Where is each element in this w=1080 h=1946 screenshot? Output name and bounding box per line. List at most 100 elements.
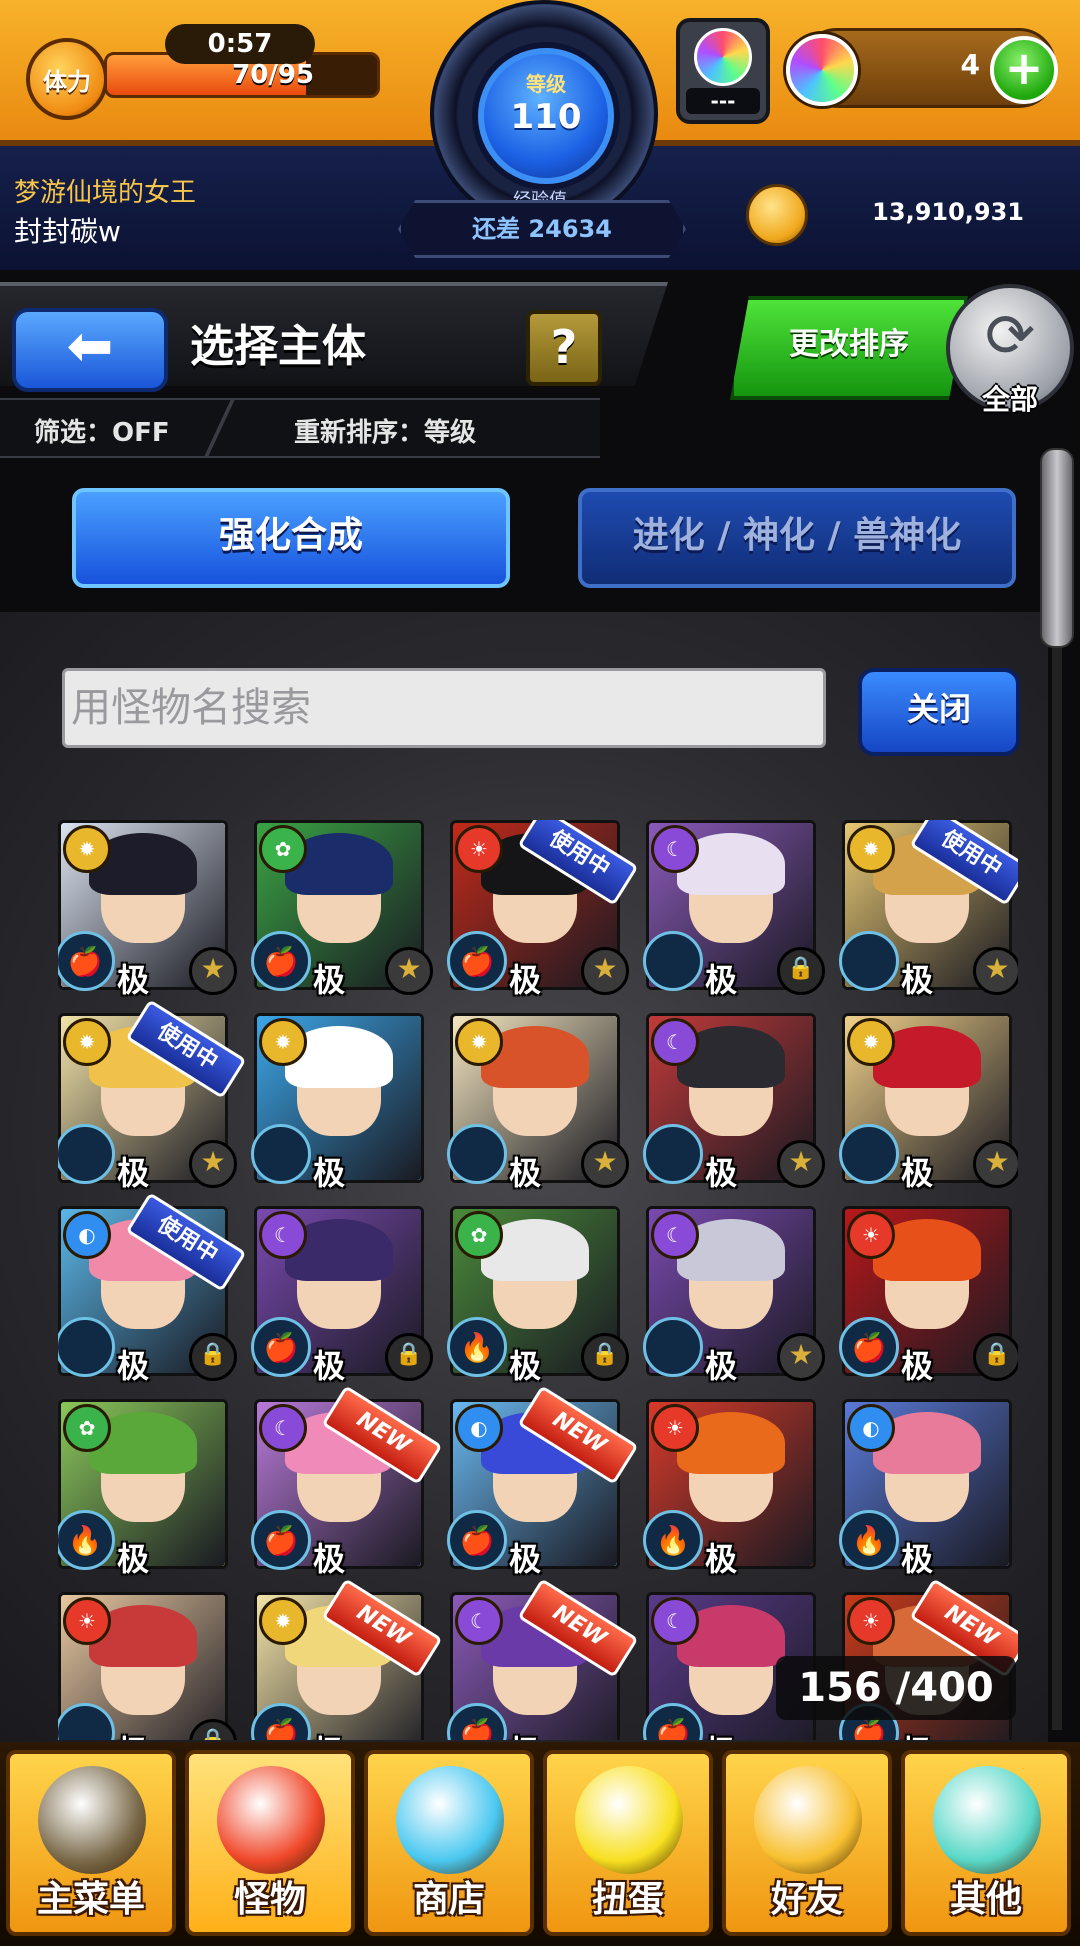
show-all-label: 全部: [981, 383, 1038, 416]
star-icon: ★: [385, 947, 433, 995]
egg-status-text: ---: [686, 88, 760, 114]
stamina-label: 体力: [43, 67, 91, 96]
monster-card[interactable]: ☾ 🍎 极 🔒: [251, 1206, 433, 1385]
fire-element-icon: ☀: [63, 1597, 111, 1645]
nav-item-1[interactable]: 怪物: [185, 1750, 355, 1936]
arrow-left-icon: ⬅: [66, 314, 114, 379]
page-title: 选择主体: [190, 321, 366, 372]
fruit-slot-icon: [643, 931, 703, 991]
help-button[interactable]: ?: [526, 310, 602, 386]
nav-item-5[interactable]: 其他: [901, 1750, 1071, 1936]
monster-card[interactable]: ☾ 极 ★: [643, 1206, 825, 1385]
light-element-icon: ✹: [63, 1018, 111, 1066]
monster-card[interactable]: ◐ 🍎 极 NEW: [447, 1385, 639, 1578]
orb-count: 4: [960, 48, 980, 81]
level-value: 110: [510, 97, 582, 137]
fire-element-icon: ☀: [847, 1211, 895, 1259]
monster-card[interactable]: ✹ 极 ★: [447, 1013, 629, 1192]
water-element-icon: ◐: [63, 1211, 111, 1259]
fruit-slot-icon: [447, 1124, 507, 1184]
monster-search-input[interactable]: 用怪物名搜索: [62, 668, 826, 748]
nav-item-4[interactable]: 好友: [722, 1750, 892, 1936]
fruit-slot-icon: 🍎: [251, 1317, 311, 1377]
exp-remaining: 还差 24634: [472, 215, 612, 243]
monster-card[interactable]: ◐ 🔥 极: [839, 1399, 1012, 1578]
monster-card[interactable]: ☀极🔒: [58, 1592, 237, 1740]
fire-element-icon: ☀: [651, 1404, 699, 1452]
nav-item-3[interactable]: 扭蛋: [543, 1750, 713, 1936]
monster-card[interactable]: ✹ 极 ★ 使用中: [58, 999, 247, 1192]
max-rank-label: 极: [901, 1540, 934, 1578]
level-label: 等级: [526, 72, 566, 96]
stamina-timer: 0:57: [165, 24, 315, 64]
max-rank-label: 极: [313, 961, 346, 999]
max-rank-label: 极: [705, 1540, 738, 1578]
enhance-fusion-button[interactable]: 强化合成: [72, 488, 510, 588]
fruit-slot-icon: 🍎: [447, 1510, 507, 1570]
star-icon: ★: [581, 1140, 629, 1188]
max-rank-label: 极: [705, 1347, 738, 1385]
fruit-slot-icon: [643, 1124, 703, 1184]
show-all-button[interactable]: ⟳ 全部: [946, 284, 1074, 416]
rainbow-orb-icon: [786, 34, 858, 106]
monster-card[interactable]: ✿ 🔥 极: [58, 1399, 228, 1578]
monster-card[interactable]: ☾ 极 🔒: [643, 820, 825, 999]
gacha-egg-status[interactable]: ---: [676, 18, 770, 124]
evolve-button[interactable]: 进化 / 神化 / 兽神化: [578, 488, 1016, 588]
nav-item-2[interactable]: 商店: [364, 1750, 534, 1936]
max-rank-label: 极: [509, 1540, 542, 1578]
water-element-icon: ◐: [455, 1404, 503, 1452]
change-sort-button[interactable]: 更改排序: [730, 296, 968, 400]
monster-card[interactable]: ☾🍎极NEW: [251, 1385, 443, 1578]
dark-element-icon: ☾: [651, 1018, 699, 1066]
nav-label: 扭蛋: [591, 1879, 664, 1920]
castle-gate-icon: [38, 1766, 146, 1874]
sort-setting[interactable]: 重新排序：等级: [294, 412, 476, 449]
star-icon: ★: [973, 947, 1018, 995]
monster-card[interactable]: ☀ 🔥 极: [643, 1399, 816, 1578]
nav-item-0[interactable]: 主菜单: [6, 1750, 176, 1936]
player-title: 梦游仙境的女王: [14, 178, 197, 208]
max-rank-label: 极: [313, 1154, 346, 1192]
max-rank-label: 极: [117, 1154, 150, 1192]
monster-card[interactable]: ☀ 🍎 极 🔒: [839, 1206, 1018, 1385]
max-rank-label: 极: [901, 961, 934, 999]
monster-card[interactable]: ✿ 🍎 极 ★: [251, 820, 433, 999]
refresh-icon: ⟳: [984, 301, 1036, 371]
monster-card[interactable]: ✹ 极 ★ 使用中: [839, 820, 1018, 999]
gold-coin-icon: [746, 184, 808, 246]
monster-card[interactable]: ✹ 🍎 极 ★: [58, 820, 237, 999]
rainbow-egg-icon: [694, 28, 752, 86]
monster-card[interactable]: ✹🍎极NEW: [251, 1578, 443, 1740]
monster-card[interactable]: ☾🍎极NEW: [447, 1578, 639, 1740]
max-rank-label: 极: [117, 1727, 149, 1740]
water-element-icon: ◐: [847, 1404, 895, 1452]
close-search-button[interactable]: 关闭: [858, 668, 1020, 756]
monster-card[interactable]: ☀ 🍎 极 ★ 使用中: [447, 820, 639, 999]
dark-element-icon: ☾: [651, 1597, 699, 1645]
fruit-slot-icon: 🍎: [839, 1317, 899, 1377]
monster-card[interactable]: ☾ 极 ★: [643, 1013, 825, 1192]
nav-label: 商店: [412, 1879, 485, 1920]
monster-card[interactable]: ◐ 极 🔒 使用中: [58, 1192, 247, 1385]
back-button[interactable]: ⬅: [12, 308, 168, 392]
nav-label: 主菜单: [36, 1879, 145, 1920]
filter-toggle[interactable]: 筛选：OFF: [34, 412, 170, 449]
fruit-slot-icon: [839, 1124, 899, 1184]
fruit-slot-icon: 🔥: [839, 1510, 899, 1570]
max-rank-label: 极: [901, 1727, 933, 1740]
monster-card[interactable]: ✹ 极 ★: [839, 1013, 1018, 1192]
rainbow-orb-icon: [396, 1766, 504, 1874]
star-icon: ★: [973, 1140, 1018, 1188]
monster-card[interactable]: ✿ 🔥 极 🔒: [447, 1206, 629, 1385]
max-rank-label: 极: [509, 1347, 542, 1385]
add-orb-button[interactable]: +: [990, 36, 1058, 104]
scrollbar-handle[interactable]: [1040, 448, 1074, 648]
level-orb[interactable]: 等级 110: [478, 48, 614, 184]
max-rank-label: 极: [509, 1154, 542, 1192]
fruit-slot-icon: [839, 931, 899, 991]
monster-card[interactable]: ✹ 极: [251, 1013, 424, 1192]
wood-element-icon: ✿: [259, 825, 307, 873]
max-rank-label: 极: [117, 961, 150, 999]
fruit-slot-icon: [251, 1124, 311, 1184]
